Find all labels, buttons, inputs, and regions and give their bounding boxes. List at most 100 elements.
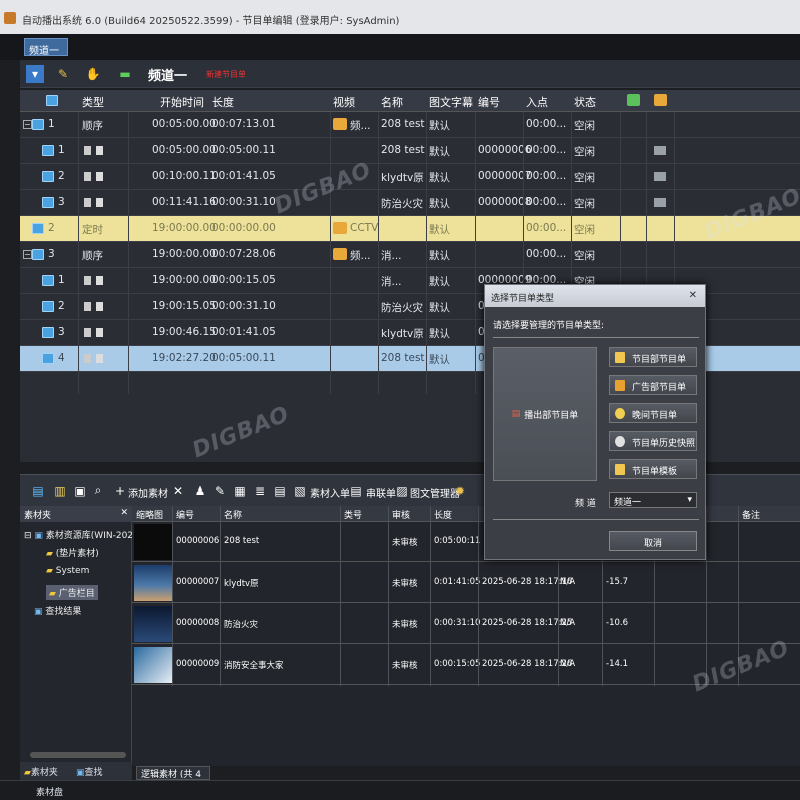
list-item[interactable]: 00000009 消防安全事大家 未审核 0:00:15:05 2025-06-28 1… <box>132 645 800 685</box>
gear-icon[interactable]: ✹ <box>452 482 468 499</box>
col-type[interactable]: 类型 <box>82 94 104 110</box>
series-button[interactable]: 串联单 <box>366 485 396 500</box>
table-row[interactable]: 2 00:10:00.11 00:01:41.05 klydtv原 默认 00000007… <box>20 164 800 190</box>
import-icon[interactable]: ▧ <box>292 482 308 499</box>
checkbox-icon[interactable] <box>96 302 103 311</box>
table-icon[interactable]: ▤ <box>272 482 288 499</box>
copy-icon[interactable]: ▣ <box>72 482 88 499</box>
table-row[interactable]: − 1 顺序 00:05:00.00 00:07:13.01 频... 208 test 默认… <box>20 112 800 138</box>
col-length[interactable]: 长度 <box>212 94 234 110</box>
collapse-icon[interactable]: − <box>23 250 32 259</box>
channel-tab[interactable]: 频道一 <box>24 38 68 57</box>
material-count-tab[interactable]: 逻辑素材 (共 4 条) <box>136 766 210 793</box>
cell-length: 00:07:28.06 <box>212 248 276 260</box>
mcell-name: 防治火灾 <box>224 620 259 630</box>
edit-icon[interactable]: ✎ <box>212 482 228 499</box>
cancel-button[interactable]: 取消 <box>609 531 697 551</box>
lock-icon[interactable] <box>84 354 91 363</box>
search-icon[interactable]: ⌕ <box>90 482 106 499</box>
video-icon <box>333 222 347 234</box>
tab-find[interactable]: ▣查找 <box>76 765 103 778</box>
folder-icon[interactable] <box>654 146 666 155</box>
horizontal-scrollbar[interactable] <box>30 752 126 758</box>
checkbox-icon[interactable] <box>96 328 103 337</box>
cell-length: 00:05:00.11 <box>212 144 276 156</box>
program-playlist-option[interactable]: 节目部节目单 <box>609 347 697 367</box>
tab-folder[interactable]: ▰素材夹 <box>24 765 58 778</box>
series-icon[interactable]: ▤ <box>348 482 364 499</box>
table-row[interactable]: 1 00:05:00.00 00:05:00.11 208 test 默认 0000000… <box>20 138 800 164</box>
comment-icon[interactable]: ▬ <box>116 65 134 83</box>
evening-playlist-option[interactable]: 晚间节目单 <box>609 403 697 423</box>
mcol-code[interactable]: 编号 <box>176 508 194 521</box>
folder-icon[interactable] <box>654 198 666 207</box>
list-item[interactable]: 00000007 klydtv原 未审核 0:01:41:05 2025-06-28 1… <box>132 563 800 603</box>
col-start[interactable]: 开始时间 <box>160 94 204 110</box>
col-video[interactable]: 视频 <box>333 94 355 110</box>
delete-icon[interactable]: ✕ <box>170 482 186 499</box>
mcol-note[interactable]: 备注 <box>742 508 760 521</box>
lock-icon[interactable] <box>84 276 91 285</box>
pointer-icon[interactable]: ✋ <box>84 65 102 83</box>
checkbox-icon[interactable] <box>96 276 103 285</box>
close-icon[interactable]: ✕ <box>120 508 128 518</box>
col-in[interactable]: 入点 <box>526 94 548 110</box>
add-material-icon[interactable]: + <box>112 482 128 499</box>
col-name[interactable]: 名称 <box>381 94 403 110</box>
close-icon[interactable]: ✕ <box>689 290 697 301</box>
col-subtitle[interactable]: 图文字幕 <box>429 94 473 110</box>
lock-icon[interactable] <box>84 146 91 155</box>
cell-length: 00:01:41.05 <box>212 170 276 182</box>
mcol-name[interactable]: 名称 <box>224 508 242 521</box>
mcol-thumb[interactable]: 缩略图 <box>136 508 163 521</box>
checkbox-icon[interactable] <box>96 146 103 155</box>
lock-icon[interactable] <box>84 172 91 181</box>
cell-status: 空闲 <box>574 224 595 236</box>
library-header: 素材夹 ✕ <box>20 506 132 522</box>
mcell-review: 未审核 <box>392 538 418 548</box>
book-icon[interactable]: ▾ <box>26 65 44 83</box>
broadcast-playlist-option[interactable]: ▤ 播出部节目单 <box>493 347 597 481</box>
list-icon[interactable]: ≣ <box>252 482 268 499</box>
template-option[interactable]: 节目单模板 <box>609 459 697 479</box>
col-code[interactable]: 编号 <box>478 94 500 110</box>
mcell-length: 0:01:41:05 <box>434 577 481 587</box>
wand-icon[interactable]: ✎ <box>54 65 72 83</box>
table-row[interactable]: 2 定时 19:00:00.00 00:00:00.00 CCTV 默认 00:00... 空… <box>20 216 800 242</box>
cell-name: 消... <box>381 276 402 288</box>
list-item[interactable]: 00000008 防治火灾 未审核 0:00:31:10 2025-06-28 18:1… <box>132 604 800 644</box>
checkbox-icon[interactable] <box>96 172 103 181</box>
lock-icon[interactable] <box>84 198 91 207</box>
mcell-na: N/A <box>560 659 576 669</box>
cell-sub: 默认 <box>429 276 450 288</box>
tree-item-search[interactable]: ▣ 查找结果 <box>34 604 81 617</box>
add-material-button[interactable]: 添加素材 <box>128 485 168 500</box>
col-status[interactable]: 状态 <box>574 94 596 110</box>
thumbnail <box>134 565 172 601</box>
collapse-icon[interactable]: − <box>23 120 32 129</box>
mcol-tag[interactable]: 类号 <box>344 508 362 521</box>
open-icon[interactable]: ▥ <box>52 482 68 499</box>
folder-icon[interactable] <box>654 172 666 181</box>
lock-icon[interactable] <box>84 302 91 311</box>
tree-item-pad[interactable]: ▰ (垫片素材) <box>46 546 99 559</box>
graphics-icon[interactable]: ▨ <box>394 482 410 499</box>
mcell-val: -14.1 <box>606 659 628 669</box>
new-icon[interactable]: ▤ <box>30 482 46 499</box>
tree-item-system[interactable]: ▰ System <box>46 566 89 576</box>
mcol-length[interactable]: 长度 <box>434 508 452 521</box>
user-icon[interactable]: ♟ <box>192 482 208 499</box>
checkbox-icon[interactable] <box>96 354 103 363</box>
cell-in: 00:00... <box>526 170 567 182</box>
ad-playlist-option[interactable]: 广告部节目单 <box>609 375 697 395</box>
mcol-review[interactable]: 审核 <box>392 508 410 521</box>
material-in-button[interactable]: 素材入单 <box>310 485 350 500</box>
table-row[interactable]: − 3 顺序 19:00:00.00 00:07:28.06 频... 消... 默认 00:0… <box>20 242 800 268</box>
table-row[interactable]: 3 00:11:41.16 00:00:31.10 防治火灾 默认 00000008 00:… <box>20 190 800 216</box>
channel-select[interactable]: 频道一 ▾ <box>609 492 697 508</box>
history-snapshot-option[interactable]: 节目单历史快照 <box>609 431 697 451</box>
lock-icon[interactable] <box>84 328 91 337</box>
tree-item-ads[interactable]: ▰ 广告栏目 <box>46 585 98 600</box>
checkbox-icon[interactable] <box>96 198 103 207</box>
grid-icon[interactable]: ▦ <box>232 482 248 499</box>
